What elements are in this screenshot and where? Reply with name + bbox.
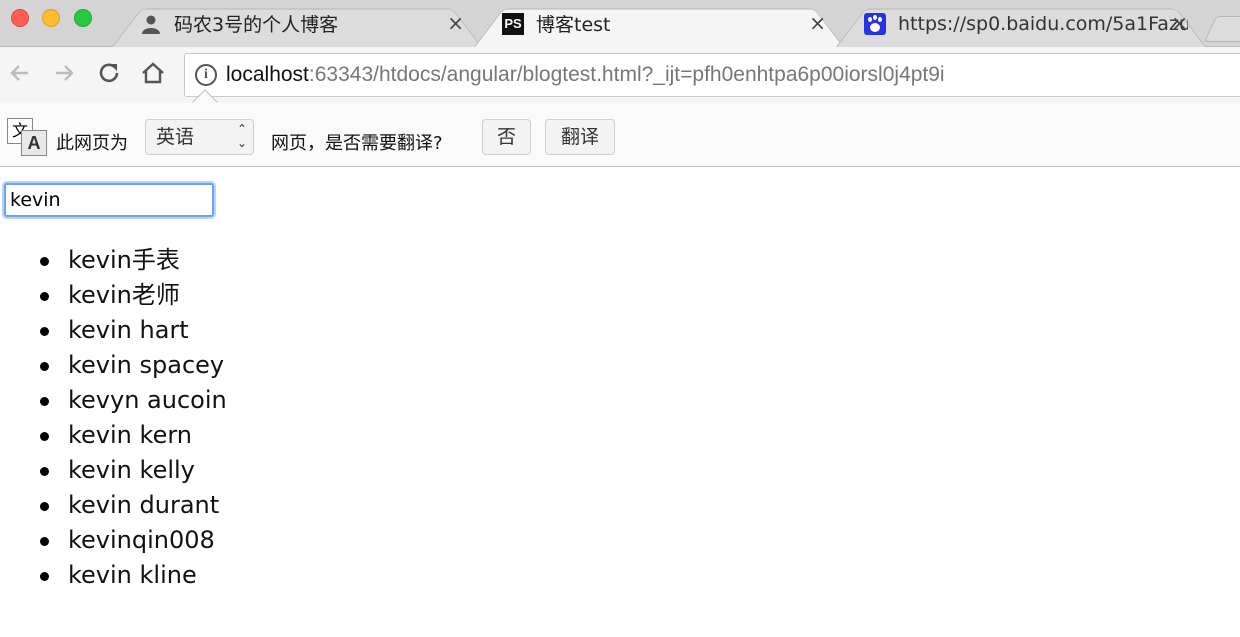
url-text[interactable]: localhost:63343/htdocs/angular/blogtest.… [226, 63, 945, 87]
translate-prefix: 此网页为 [56, 133, 128, 154]
list-item[interactable]: kevin spacey [40, 348, 227, 383]
language-select[interactable]: 英语 ⌃ ⌄ [145, 119, 254, 155]
reload-icon [99, 63, 119, 83]
back-button[interactable] [4, 57, 36, 89]
back-arrow-icon [10, 65, 28, 81]
ps-icon-glyph: PS [502, 12, 524, 35]
tab-title: https://sp0.baidu.com/5a1Fazu [898, 12, 1188, 35]
tab-title: 码农3号的个人博客 [174, 14, 339, 36]
baidu-paw-glyph [864, 12, 886, 35]
select-arrows-icon: ⌃ ⌄ [236, 122, 247, 150]
list-item[interactable]: kevin durant [40, 488, 227, 523]
list-item[interactable]: kevin kern [40, 418, 227, 453]
browser-toolbar: i localhost:63343/htdocs/angular/blogtes… [0, 47, 1240, 103]
translate-question: 网页，是否需要翻译? [271, 133, 443, 154]
suggestion-list: kevin手表 kevin老师 kevin hart kevin spacey … [40, 243, 227, 593]
list-item[interactable]: kevyn aucoin [40, 383, 227, 418]
tab-title: 博客test [536, 14, 611, 36]
no-button[interactable]: 否 [482, 119, 531, 155]
list-item[interactable]: kevin手表 [40, 243, 227, 278]
tab-strip: 码农3号的个人博客 × PS 博客test × https://sp0.baid… [0, 0, 1240, 47]
baidu-paw-icon [864, 12, 886, 35]
address-bar[interactable]: i localhost:63343/htdocs/angular/blogtes… [184, 53, 1240, 97]
list-item[interactable]: kevin kline [40, 558, 227, 593]
new-tab-button[interactable] [1203, 16, 1240, 42]
close-icon[interactable]: × [447, 11, 464, 35]
home-button[interactable] [137, 57, 169, 89]
forward-button[interactable] [48, 57, 80, 89]
translate-button[interactable]: 翻译 [545, 119, 615, 155]
language-value: 英语 [156, 126, 195, 148]
url-path: :63343/htdocs/angular/blogtest.html?_ijt… [308, 63, 945, 86]
list-item[interactable]: kevin老师 [40, 278, 227, 313]
forward-arrow-icon [56, 65, 74, 81]
tab-blog[interactable]: 码农3号的个人博客 × [112, 0, 482, 47]
url-host: localhost [226, 63, 309, 86]
close-icon[interactable]: × [809, 11, 826, 35]
tab-baidu[interactable]: https://sp0.baidu.com/5a1Fazu × [836, 0, 1206, 47]
tab-blogtest[interactable]: PS 博客test × [474, 0, 844, 47]
reload-button[interactable] [93, 57, 125, 89]
user-avatar-icon [140, 13, 162, 35]
window-zoom-button[interactable] [74, 9, 92, 27]
translate-bar: 文 A 此网页为 英语 ⌃ ⌄ 网页，是否需要翻译? 否 翻译 [0, 89, 1240, 167]
home-icon [142, 62, 164, 84]
translate-icon: 文 A [7, 118, 49, 158]
translate-icon-a: A [21, 130, 47, 156]
list-item[interactable]: kevin kelly [40, 453, 227, 488]
window-minimize-button[interactable] [42, 9, 60, 27]
close-icon[interactable]: × [1171, 11, 1188, 35]
search-input[interactable] [4, 183, 214, 217]
list-item[interactable]: kevinqin008 [40, 523, 227, 558]
window-close-button[interactable] [11, 9, 29, 27]
info-icon[interactable]: i [195, 64, 217, 86]
ps-icon: PS [502, 12, 524, 35]
list-item[interactable]: kevin hart [40, 313, 227, 348]
